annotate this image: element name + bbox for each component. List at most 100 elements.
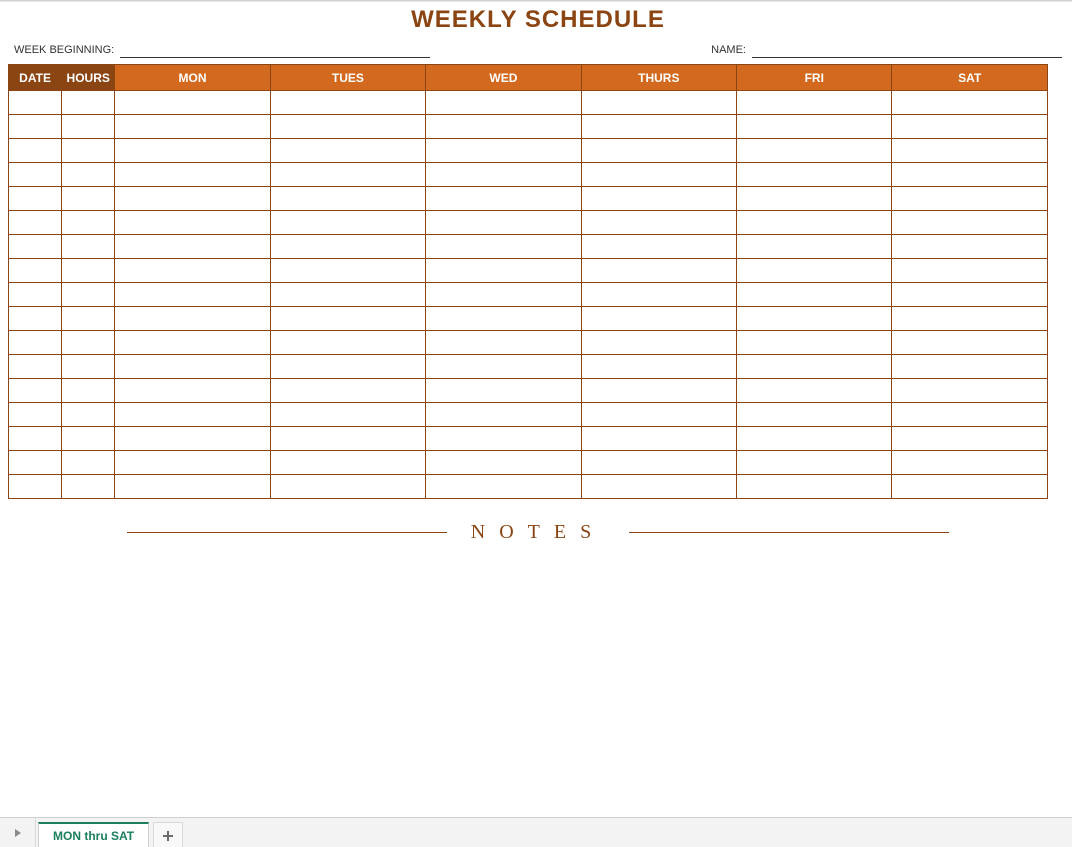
table-cell[interactable] [9, 475, 62, 499]
table-cell[interactable] [9, 427, 62, 451]
table-cell[interactable] [581, 139, 736, 163]
table-cell[interactable] [892, 451, 1048, 475]
table-cell[interactable] [9, 403, 62, 427]
table-cell[interactable] [892, 115, 1048, 139]
table-cell[interactable] [581, 91, 736, 115]
table-cell[interactable] [426, 235, 581, 259]
table-cell[interactable] [581, 163, 736, 187]
table-cell[interactable] [270, 283, 425, 307]
table-cell[interactable] [9, 283, 62, 307]
table-cell[interactable] [892, 187, 1048, 211]
table-cell[interactable] [581, 427, 736, 451]
table-cell[interactable] [9, 187, 62, 211]
table-cell[interactable] [581, 379, 736, 403]
table-cell[interactable] [270, 187, 425, 211]
table-cell[interactable] [892, 379, 1048, 403]
table-cell[interactable] [426, 475, 581, 499]
table-cell[interactable] [581, 187, 736, 211]
table-cell[interactable] [581, 259, 736, 283]
table-cell[interactable] [892, 475, 1048, 499]
table-cell[interactable] [426, 139, 581, 163]
table-cell[interactable] [115, 115, 270, 139]
table-cell[interactable] [426, 283, 581, 307]
table-cell[interactable] [62, 331, 115, 355]
table-cell[interactable] [892, 235, 1048, 259]
table-cell[interactable] [9, 115, 62, 139]
table-cell[interactable] [892, 163, 1048, 187]
table-cell[interactable] [115, 187, 270, 211]
table-cell[interactable] [737, 163, 892, 187]
table-cell[interactable] [581, 451, 736, 475]
table-cell[interactable] [270, 355, 425, 379]
table-cell[interactable] [581, 283, 736, 307]
table-cell[interactable] [62, 403, 115, 427]
table-cell[interactable] [426, 163, 581, 187]
table-cell[interactable] [62, 307, 115, 331]
table-cell[interactable] [115, 235, 270, 259]
table-cell[interactable] [62, 115, 115, 139]
table-cell[interactable] [737, 451, 892, 475]
table-cell[interactable] [581, 115, 736, 139]
table-cell[interactable] [270, 259, 425, 283]
table-cell[interactable] [62, 259, 115, 283]
table-cell[interactable] [115, 163, 270, 187]
table-cell[interactable] [115, 139, 270, 163]
table-cell[interactable] [426, 427, 581, 451]
table-cell[interactable] [62, 139, 115, 163]
table-cell[interactable] [426, 379, 581, 403]
table-cell[interactable] [9, 451, 62, 475]
table-cell[interactable] [62, 283, 115, 307]
table-cell[interactable] [9, 259, 62, 283]
table-cell[interactable] [270, 139, 425, 163]
table-cell[interactable] [115, 379, 270, 403]
table-cell[interactable] [62, 235, 115, 259]
table-cell[interactable] [270, 403, 425, 427]
table-cell[interactable] [892, 283, 1048, 307]
table-cell[interactable] [737, 259, 892, 283]
table-cell[interactable] [270, 475, 425, 499]
table-cell[interactable] [62, 475, 115, 499]
table-cell[interactable] [9, 355, 62, 379]
table-cell[interactable] [62, 211, 115, 235]
table-cell[interactable] [270, 163, 425, 187]
table-cell[interactable] [62, 451, 115, 475]
table-cell[interactable] [581, 331, 736, 355]
table-cell[interactable] [581, 403, 736, 427]
table-cell[interactable] [62, 355, 115, 379]
table-cell[interactable] [62, 163, 115, 187]
table-cell[interactable] [270, 211, 425, 235]
table-cell[interactable] [62, 427, 115, 451]
table-cell[interactable] [737, 379, 892, 403]
table-cell[interactable] [115, 355, 270, 379]
table-cell[interactable] [9, 331, 62, 355]
name-input-line[interactable] [752, 44, 1062, 58]
table-cell[interactable] [270, 427, 425, 451]
table-cell[interactable] [270, 91, 425, 115]
table-cell[interactable] [737, 115, 892, 139]
table-cell[interactable] [892, 139, 1048, 163]
table-cell[interactable] [115, 331, 270, 355]
table-cell[interactable] [115, 259, 270, 283]
table-cell[interactable] [426, 115, 581, 139]
table-cell[interactable] [737, 475, 892, 499]
table-cell[interactable] [270, 379, 425, 403]
week-beginning-input-line[interactable] [120, 44, 430, 58]
table-cell[interactable] [426, 307, 581, 331]
sheet-tab-active[interactable]: MON thru SAT [38, 822, 149, 847]
table-cell[interactable] [581, 235, 736, 259]
tab-nav-button[interactable] [0, 818, 36, 847]
table-cell[interactable] [9, 91, 62, 115]
table-cell[interactable] [115, 427, 270, 451]
table-cell[interactable] [426, 91, 581, 115]
table-cell[interactable] [892, 427, 1048, 451]
table-cell[interactable] [426, 187, 581, 211]
table-cell[interactable] [737, 355, 892, 379]
add-sheet-button[interactable] [153, 822, 183, 847]
table-cell[interactable] [9, 235, 62, 259]
table-cell[interactable] [892, 211, 1048, 235]
table-cell[interactable] [892, 355, 1048, 379]
table-cell[interactable] [892, 259, 1048, 283]
table-cell[interactable] [270, 451, 425, 475]
table-cell[interactable] [115, 283, 270, 307]
table-cell[interactable] [270, 235, 425, 259]
